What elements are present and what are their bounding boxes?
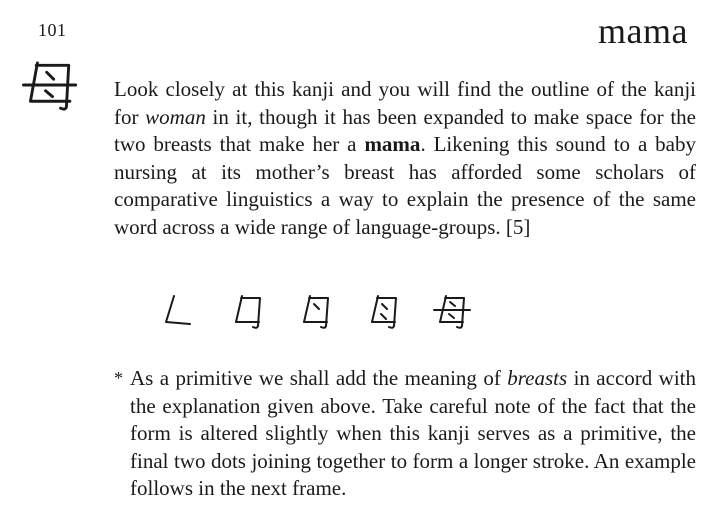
stroke-step-5-icon: [433, 295, 471, 329]
kanji-mother-glyph-icon: [22, 61, 78, 111]
main-paragraph: Look closely at this kanji and you will …: [114, 76, 696, 241]
bold-keyword-mama: mama: [364, 132, 421, 156]
stroke-step-4-icon: [371, 295, 397, 329]
stroke-step-3-icon: [303, 295, 329, 329]
stroke-step-1-icon: [165, 295, 191, 325]
primitive-note: * As a primitive we shall add the meanin…: [114, 365, 696, 503]
note-asterisk: *: [114, 368, 123, 388]
stroke-step-2-icon: [235, 295, 261, 329]
keyword-title: mama: [598, 11, 688, 51]
stroke-order-diagram: [160, 292, 480, 336]
emphasis-woman: woman: [145, 104, 206, 129]
note-body: As a primitive we shall add the meaning …: [114, 365, 696, 503]
note-text-1: As a primitive we shall add the meaning …: [130, 366, 508, 390]
frame-number: 101: [38, 20, 67, 40]
emphasis-breasts: breasts: [507, 366, 568, 390]
